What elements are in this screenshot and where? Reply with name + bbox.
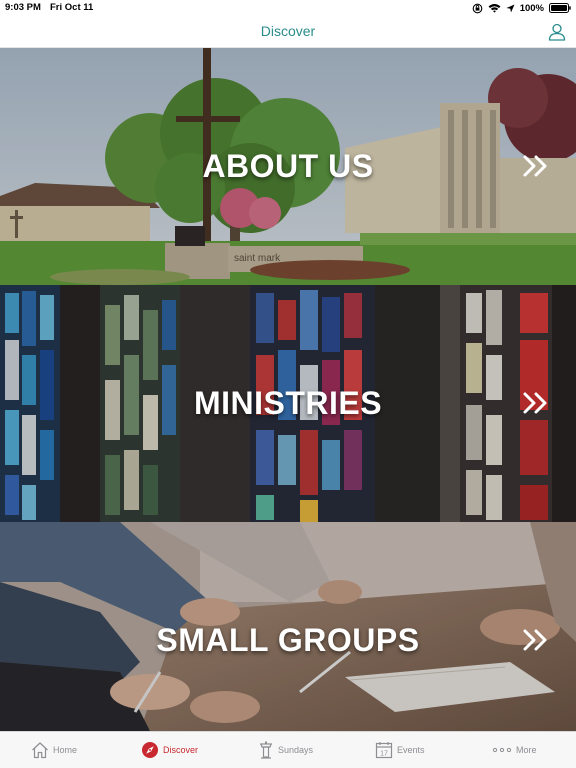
small-groups-tile[interactable]: SMALL GROUPS	[0, 522, 576, 731]
chevron-right-icon	[523, 629, 547, 651]
compass-icon	[142, 742, 158, 758]
tab-sundays-label: Sundays	[278, 745, 314, 755]
page-title: Discover	[260, 23, 316, 39]
tab-more-label: More	[516, 745, 537, 755]
about-us-tile[interactable]: saint mark ABOUT US	[0, 48, 576, 285]
tab-bar: Home Discover Sundays 17 Events More	[0, 731, 576, 768]
tab-more[interactable]: More	[492, 739, 537, 761]
battery-percentage: 100%	[519, 2, 544, 14]
home-icon	[32, 742, 48, 759]
location-arrow-icon	[506, 4, 515, 12]
tab-discover[interactable]: Discover	[141, 739, 198, 761]
status-bar: 9:03 PM Fri Oct 11 100%	[0, 0, 576, 16]
screen-rotation-lock-icon	[472, 3, 483, 13]
status-indicators: 100%	[472, 1, 571, 15]
profile-icon[interactable]	[548, 23, 566, 41]
tab-home[interactable]: Home	[31, 739, 77, 761]
small-groups-label: SMALL GROUPS	[156, 622, 420, 658]
calendar-day-number: 17	[380, 751, 388, 758]
tab-sundays[interactable]: Sundays	[258, 739, 313, 761]
tab-events[interactable]: 17 Events	[375, 739, 425, 761]
calendar-icon: 17	[375, 742, 393, 759]
battery-icon	[549, 3, 571, 13]
about-us-label: ABOUT US	[202, 148, 374, 184]
chevron-right-icon	[523, 155, 547, 177]
status-time: 9:03 PM	[5, 2, 41, 13]
chevron-right-icon	[523, 392, 547, 414]
tab-events-label: Events	[397, 745, 425, 755]
podium-icon	[260, 741, 272, 759]
wifi-icon	[488, 4, 501, 13]
tab-discover-label: Discover	[163, 745, 199, 755]
navigation-bar: Discover	[0, 16, 576, 48]
ministries-label: MINISTRIES	[193, 385, 383, 421]
tab-home-label: Home	[53, 745, 78, 755]
status-date: Fri Oct 11	[50, 2, 94, 13]
more-dots-icon	[492, 747, 512, 753]
ministries-tile[interactable]: MINISTRIES	[0, 285, 576, 522]
